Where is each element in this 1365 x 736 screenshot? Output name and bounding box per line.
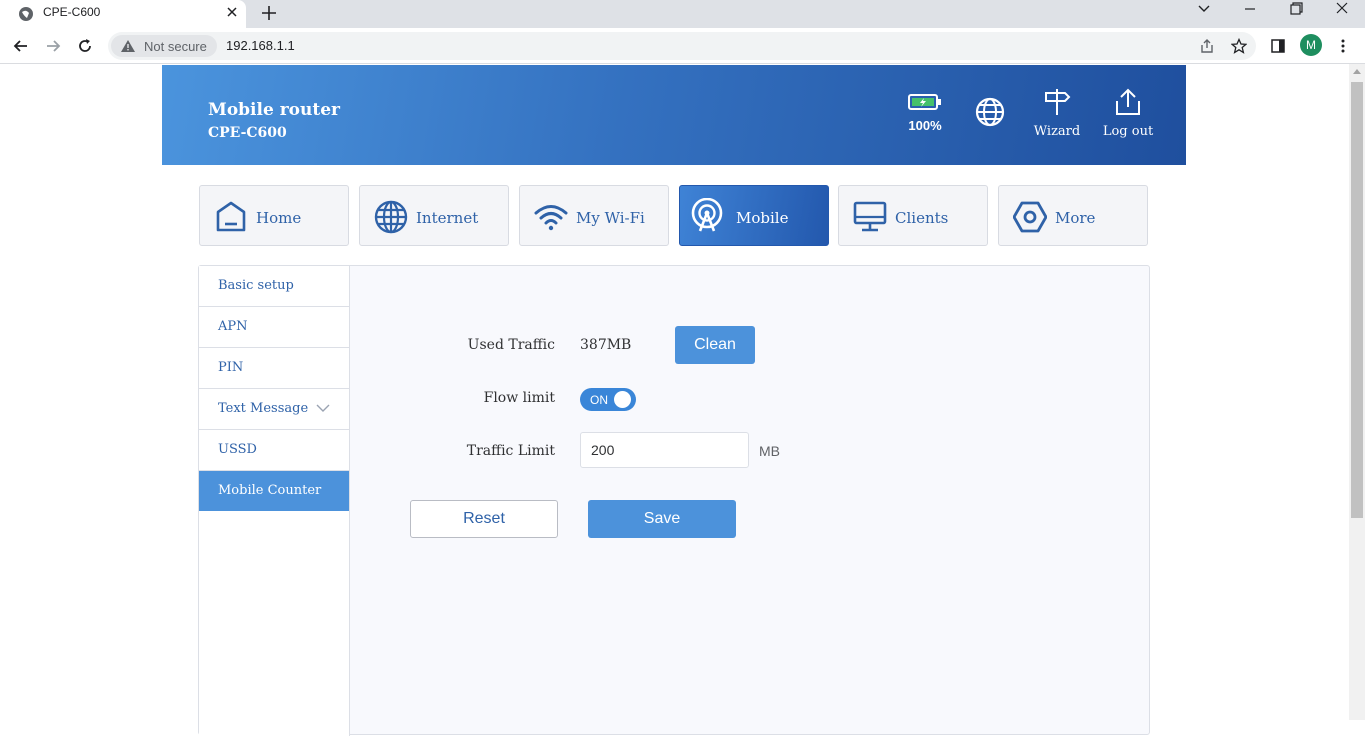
traffic-limit-unit: MB <box>759 443 780 459</box>
battery-status: 100% <box>905 93 945 133</box>
flow-limit-toggle[interactable]: ON <box>580 388 636 411</box>
mobile-sidebar: Basic setup APN PIN Text Message USSD Mo… <box>199 266 350 736</box>
sidebar-item-label: Mobile Counter <box>218 483 322 498</box>
profile-avatar[interactable]: M <box>1300 34 1322 56</box>
used-traffic-value: 387MB <box>580 337 632 353</box>
reset-button[interactable]: Reset <box>410 500 558 538</box>
logout-upload-icon <box>1116 88 1140 115</box>
wizard-button[interactable]: Wizard <box>1032 87 1082 139</box>
toggle-knob <box>614 391 631 408</box>
kebab-menu-icon[interactable] <box>1335 38 1351 54</box>
used-traffic-label: Used Traffic <box>467 337 555 353</box>
antenna-icon <box>691 198 723 232</box>
globe-favicon-icon <box>19 7 33 21</box>
sidebar-item-text-message[interactable]: Text Message <box>199 389 349 430</box>
tab-home-label: Home <box>256 209 302 227</box>
wizard-label: Wizard <box>1033 124 1081 139</box>
scroll-thumb[interactable] <box>1351 82 1363 518</box>
tab-mobile-label: Mobile <box>736 209 789 227</box>
logout-label: Log out <box>1102 124 1154 139</box>
browser-toolbar: Not secure 192.168.1.1 M <box>0 28 1365 64</box>
side-panel-icon[interactable] <box>1270 38 1286 54</box>
address-bar[interactable]: Not secure 192.168.1.1 <box>108 32 1256 60</box>
flow-limit-label: Flow limit <box>483 390 555 406</box>
toggle-state-text: ON <box>590 393 608 407</box>
share-icon[interactable] <box>1199 38 1215 54</box>
tab-search-icon[interactable] <box>1184 0 1224 20</box>
tab-wifi-label: My Wi-Fi <box>576 209 645 227</box>
battery-percent: 100% <box>908 118 942 133</box>
tab-internet-label: Internet <box>416 209 479 227</box>
signpost-icon <box>1045 89 1071 115</box>
traffic-limit-label: Traffic Limit <box>466 443 555 459</box>
content-panel: Basic setup APN PIN Text Message USSD Mo… <box>198 265 1150 736</box>
sidebar-item-basic-setup[interactable]: Basic setup <box>199 266 349 307</box>
close-tab-icon[interactable] <box>224 4 240 20</box>
router-header: Mobile router CPE-C600 100% Wizard Log o… <box>162 65 1186 165</box>
sidebar-item-mobile-counter[interactable]: Mobile Counter <box>199 471 349 511</box>
tab-home[interactable]: Home <box>199 185 349 246</box>
minimize-icon[interactable] <box>1230 0 1270 20</box>
chevron-down-icon[interactable] <box>316 403 330 413</box>
wifi-icon <box>534 205 568 231</box>
sidebar-item-label: APN <box>218 319 248 334</box>
restore-icon[interactable] <box>1276 0 1316 20</box>
monitor-icon <box>853 201 887 232</box>
clean-button[interactable]: Clean <box>675 326 755 364</box>
tab-title: CPE-C600 <box>43 5 101 19</box>
browser-tabstrip: CPE-C600 <box>0 0 1365 28</box>
sidebar-item-label: PIN <box>218 360 244 375</box>
back-icon[interactable] <box>11 36 31 56</box>
page-scrollbar[interactable] <box>1349 64 1365 720</box>
scroll-up-arrow-icon[interactable] <box>1353 69 1361 74</box>
save-button[interactable]: Save <box>588 500 736 538</box>
sidebar-item-ussd[interactable]: USSD <box>199 430 349 471</box>
tab-more-label: More <box>1055 209 1096 227</box>
language-globe-icon[interactable] <box>974 96 1006 128</box>
traffic-limit-input[interactable] <box>580 432 749 468</box>
forward-icon[interactable] <box>43 36 63 56</box>
tab-more[interactable]: More <box>998 185 1148 246</box>
logout-button[interactable]: Log out <box>1102 87 1154 139</box>
close-window-icon[interactable] <box>1322 0 1362 20</box>
tab-clients[interactable]: Clients <box>838 185 988 246</box>
bookmark-star-icon[interactable] <box>1231 38 1247 54</box>
tab-internet[interactable]: Internet <box>359 185 509 246</box>
browser-tab[interactable]: CPE-C600 <box>0 0 246 28</box>
battery-icon <box>908 94 941 110</box>
home-icon <box>216 201 246 232</box>
sidebar-item-apn[interactable]: APN <box>199 307 349 348</box>
sidebar-item-pin[interactable]: PIN <box>199 348 349 389</box>
tab-clients-label: Clients <box>895 209 949 227</box>
not-secure-label: Not secure <box>144 39 207 54</box>
brand-model: CPE-C600 <box>208 125 287 141</box>
security-chip[interactable]: Not secure <box>111 35 217 57</box>
sidebar-item-label: USSD <box>218 442 257 457</box>
warning-icon <box>121 40 135 52</box>
globe-icon <box>374 200 408 234</box>
brand-title: Mobile router <box>208 100 340 120</box>
reload-icon[interactable] <box>75 36 95 56</box>
sidebar-item-label: Text Message <box>218 401 309 416</box>
sidebar-item-label: Basic setup <box>218 278 294 293</box>
url-text[interactable]: 192.168.1.1 <box>226 38 295 53</box>
new-tab-icon[interactable] <box>258 2 280 24</box>
tab-mobile[interactable]: Mobile <box>679 185 829 246</box>
hexagon-icon <box>1013 201 1047 233</box>
tab-wifi[interactable]: My Wi-Fi <box>519 185 669 246</box>
